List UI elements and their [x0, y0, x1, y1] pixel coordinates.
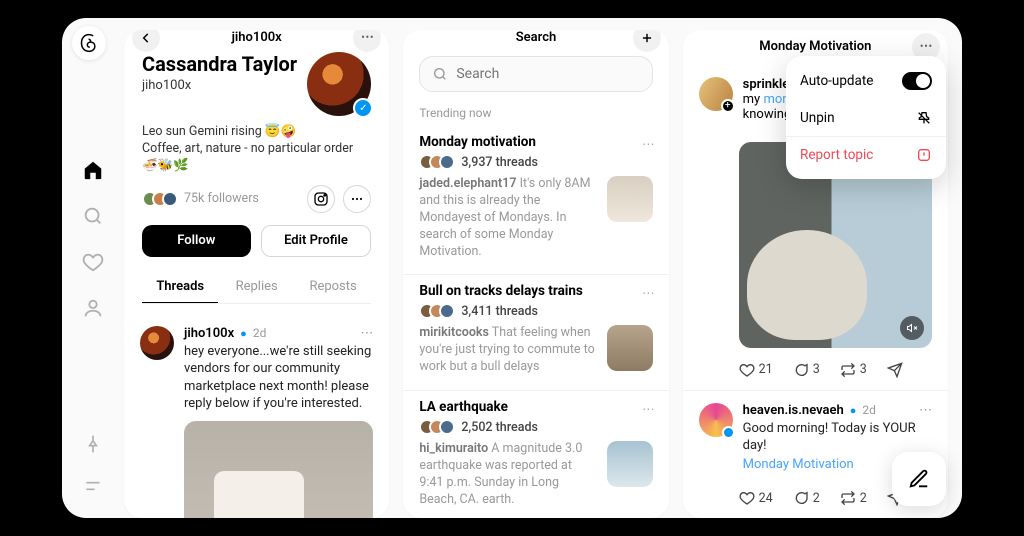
followers-count[interactable]: 75k followers: [142, 191, 259, 207]
trend-avatars: [419, 303, 455, 319]
compose-button[interactable]: [892, 452, 946, 506]
menu-auto-update[interactable]: Auto-update: [786, 62, 946, 100]
follow-button[interactable]: Follow: [142, 225, 251, 257]
home-icon[interactable]: [81, 158, 105, 182]
trend-more-icon[interactable]: ⋯: [642, 285, 655, 301]
instagram-link-icon[interactable]: [307, 185, 335, 213]
trend-sample: hi_kimuraito A magnitude 3.0 earthquake …: [419, 441, 596, 509]
repost-button[interactable]: 3: [840, 362, 867, 378]
menu-report-topic[interactable]: Report topic: [786, 136, 946, 173]
verified-badge-icon: [722, 426, 735, 439]
trend-count: 3,411 threads: [461, 304, 538, 319]
tab-replies[interactable]: Replies: [218, 271, 294, 303]
follow-plus-icon[interactable]: +: [721, 99, 735, 113]
profile-post[interactable]: jiho100x ● 2d ⋯ hey everyone...we're sti…: [124, 314, 389, 518]
trend-avatars: [419, 419, 455, 435]
follower-avatars: [142, 191, 178, 207]
profile-handle: jiho100x: [142, 78, 297, 93]
post-actions: 21 3 3: [683, 356, 948, 390]
post-username[interactable]: jiho100x: [184, 326, 234, 341]
report-icon: [916, 147, 932, 163]
topic-column-title: Monday Motivation: [759, 39, 871, 54]
post-image[interactable]: [184, 421, 373, 518]
search-column-header: Search: [403, 30, 668, 46]
profile-column-header: jiho100x ⋯: [124, 30, 389, 46]
trend-count: 2,502 threads: [461, 420, 538, 435]
post-text: hey everyone...we're still seeking vendo…: [184, 343, 373, 413]
like-button[interactable]: 21: [739, 362, 773, 378]
trend-more-icon[interactable]: ⋯: [642, 136, 655, 152]
search-input-wrapper[interactable]: [419, 56, 652, 92]
share-button[interactable]: [887, 362, 903, 378]
verified-icon: ●: [850, 404, 857, 417]
menu-lines-icon[interactable]: [81, 474, 105, 498]
trend-title: Bull on tracks delays trains: [419, 283, 652, 299]
comment-button[interactable]: 3: [793, 362, 820, 378]
profile-bio: Leo sun Gemini rising 😇🤪 Coffee, art, na…: [142, 124, 371, 175]
pin-icon[interactable]: [81, 432, 105, 456]
search-nav-icon[interactable]: [81, 204, 105, 228]
trend-thumbnail[interactable]: [607, 441, 653, 487]
tab-reposts[interactable]: Reposts: [295, 271, 371, 303]
search-input[interactable]: [456, 66, 639, 82]
trend-more-icon[interactable]: ⋯: [642, 401, 655, 417]
nav-rail: [62, 18, 124, 518]
post-more-icon[interactable]: ⋯: [360, 326, 373, 341]
profile-more-icon[interactable]: [343, 185, 371, 213]
trending-label: Trending now: [403, 96, 668, 126]
post-avatar[interactable]: [699, 403, 733, 437]
post-avatar[interactable]: [140, 326, 174, 360]
tab-threads[interactable]: Threads: [142, 271, 218, 303]
trend-count: 3,937 threads: [461, 155, 538, 170]
trend-item[interactable]: Bull on tracks delays trains ⋯ 3,411 thr…: [403, 274, 668, 390]
post-avatar[interactable]: +: [699, 77, 733, 111]
display-name: Cassandra Taylor: [142, 52, 297, 76]
like-button[interactable]: 24: [739, 490, 773, 506]
unpin-icon: [916, 110, 932, 126]
edit-profile-button[interactable]: Edit Profile: [261, 225, 372, 257]
threads-logo-icon[interactable]: [72, 26, 106, 60]
trend-title: LA earthquake: [419, 399, 652, 415]
post-username[interactable]: heaven.is.nevaeh: [743, 403, 844, 418]
mute-icon[interactable]: [900, 316, 924, 340]
trend-title: Monday motivation: [419, 134, 652, 150]
search-column: Search Trending now Monday motivation ⋯ …: [403, 30, 668, 518]
comment-button[interactable]: 2: [793, 490, 820, 506]
profile-column-title: jiho100x: [232, 30, 282, 45]
search-column-title: Search: [516, 30, 557, 45]
column-options-menu: Auto-update Unpin Report topic: [786, 56, 946, 179]
verified-icon: ●: [240, 327, 247, 340]
post-text: Good morning! Today is YOUR day!: [743, 420, 932, 455]
menu-unpin[interactable]: Unpin: [786, 100, 946, 136]
add-column-button[interactable]: [633, 30, 661, 52]
trend-item[interactable]: Monday motivation ⋯ 3,937 threads jaded.…: [403, 126, 668, 274]
repost-button[interactable]: 2: [840, 490, 867, 506]
verified-badge-icon: ✓: [353, 98, 373, 118]
trend-thumbnail[interactable]: [607, 176, 653, 222]
profile-avatar[interactable]: ✓: [307, 52, 371, 116]
profile-column: jiho100x ⋯ Cassandra Taylor jiho100x ✓ L…: [124, 30, 389, 518]
trend-item[interactable]: LA earthquake ⋯ 2,502 threads hi_kimurai…: [403, 390, 668, 518]
profile-nav-icon[interactable]: [81, 296, 105, 320]
search-icon: [432, 66, 448, 82]
trend-sample: jaded.elephant17 It's only 8AM and this …: [419, 176, 596, 260]
post-more-icon[interactable]: ⋯: [919, 403, 932, 418]
auto-update-toggle[interactable]: [902, 72, 932, 90]
post-timestamp: 2d: [862, 403, 876, 417]
trend-sample: mirikitcooks That feeling when you're ju…: [419, 325, 596, 376]
activity-icon[interactable]: [81, 250, 105, 274]
trend-thumbnail[interactable]: [607, 325, 653, 371]
trend-avatars: [419, 154, 455, 170]
post-timestamp: 2d: [253, 326, 267, 340]
